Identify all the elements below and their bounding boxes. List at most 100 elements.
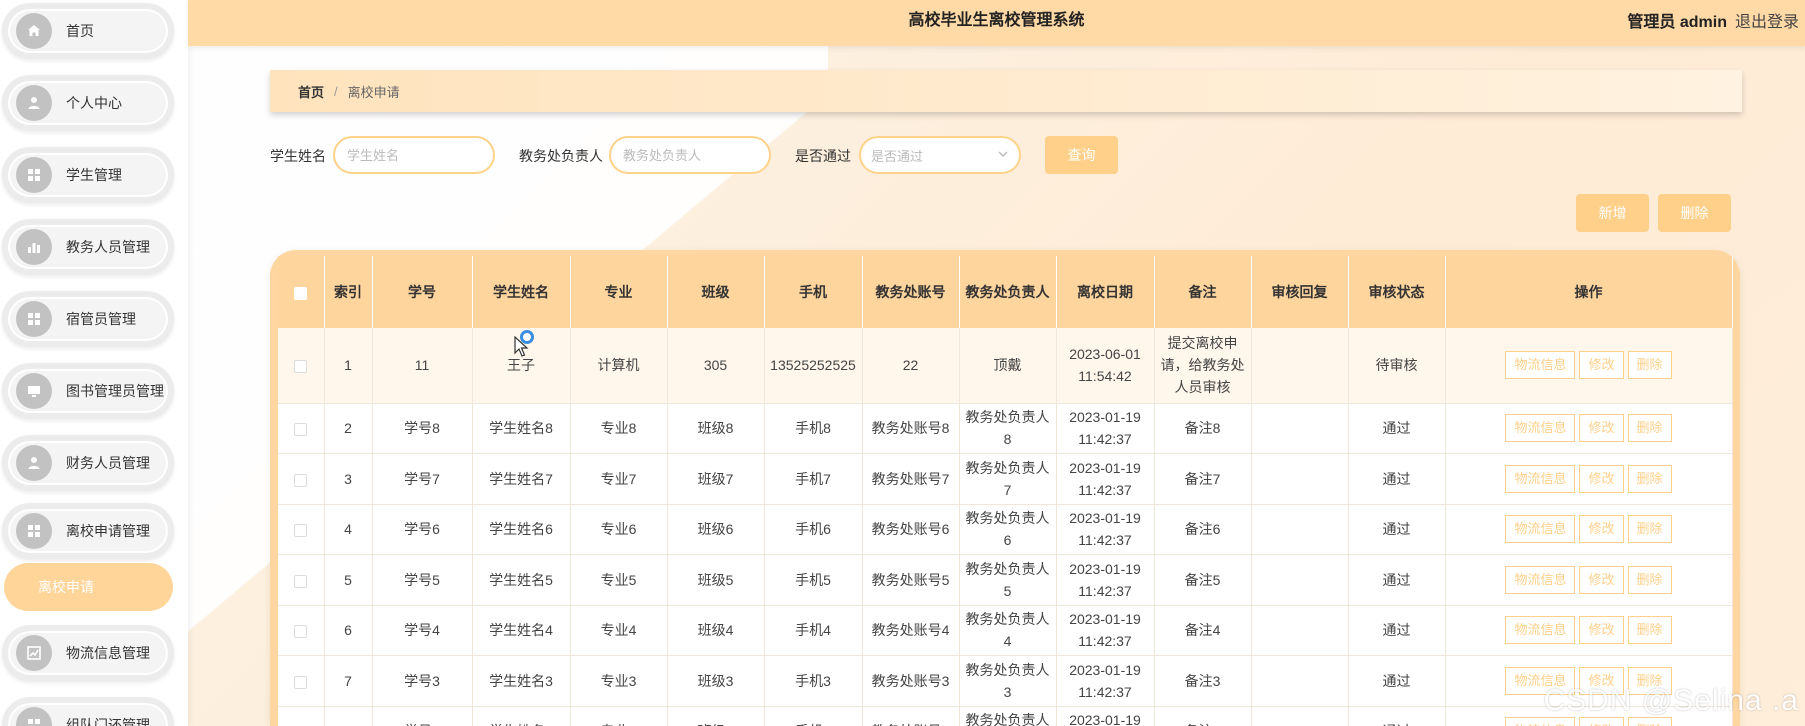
sidebar-item-leave-applications[interactable]: 离校申请管理 (2, 503, 174, 559)
select-all-checkbox[interactable] (294, 286, 308, 300)
cell-note: 备注5 (1154, 554, 1252, 606)
delete-button[interactable]: 删除 (1627, 565, 1672, 594)
sidebar-item-logistics[interactable]: 物流信息管理 (2, 625, 174, 681)
cell-officer: 教务处负责人2 (959, 706, 1057, 726)
breadcrumb-current: 离校申请 (347, 84, 400, 100)
row-select-cell[interactable] (278, 328, 325, 404)
add-button[interactable]: 新增 (1576, 194, 1649, 232)
logout-link[interactable]: 退出登录 (1735, 8, 1799, 32)
delete-button[interactable]: 删除 (1627, 351, 1672, 380)
row-checkbox[interactable] (294, 473, 308, 487)
cell-name: 学生姓名3 (472, 655, 571, 707)
cell-status: 通过 (1348, 504, 1446, 555)
sidebar-item-return[interactable]: 组队门还管理 (2, 697, 174, 726)
student-name-input[interactable] (333, 136, 495, 174)
col-header: 专业 (570, 256, 668, 328)
officer-input[interactable] (609, 136, 771, 174)
edit-button[interactable]: 修改 (1579, 616, 1624, 645)
col-header: 班级 (667, 256, 765, 328)
cell-date: 2023-01-19 11:42:37 (1056, 504, 1155, 555)
col-header: 离校日期 (1056, 256, 1155, 328)
logistics-info-button[interactable]: 物流信息 (1505, 515, 1576, 544)
row-select-cell[interactable] (278, 605, 325, 656)
table-body: 1 11 王子 计算机 305 13525252525 22 顶戴 2023-06-01 11:… (278, 328, 1733, 726)
logistics-info-button[interactable]: 物流信息 (1505, 717, 1576, 726)
delete-button[interactable]: 删除 (1627, 414, 1672, 443)
delete-button[interactable]: 删除 (1627, 515, 1672, 544)
top-bar: 高校毕业生离校管理系统 管理员 admin 退出登录 (188, 0, 1805, 46)
cell-date: 2023-06-01 11:54:42 (1056, 328, 1155, 404)
row-select-cell[interactable] (278, 655, 325, 707)
cell-sno: 学号4 (372, 605, 473, 656)
row-checkbox[interactable] (294, 675, 308, 689)
row-actions: 物流信息修改删除 (1445, 554, 1733, 606)
edit-button[interactable]: 修改 (1579, 414, 1624, 443)
delete-button[interactable]: 删除 (1627, 616, 1672, 645)
row-checkbox[interactable] (294, 625, 308, 639)
delete-button[interactable]: 删除 (1627, 464, 1672, 493)
cell-cls: 305 (667, 328, 765, 404)
query-button[interactable]: 查询 (1045, 136, 1118, 174)
row-checkbox[interactable] (294, 360, 308, 374)
row-select-cell[interactable] (278, 403, 325, 454)
user-icon (16, 85, 52, 121)
sidebar-subitem-leave-application[interactable]: 离校申请 (4, 563, 173, 611)
cell-reply (1251, 655, 1349, 707)
batch-delete-button[interactable]: 删除 (1658, 194, 1731, 232)
logistics-info-button[interactable]: 物流信息 (1505, 616, 1576, 645)
sidebar-item-dorm-staff[interactable]: 宿管员管理 (2, 291, 174, 347)
user-icon (16, 445, 52, 481)
table-row: 1 11 王子 计算机 305 13525252525 22 顶戴 2023-06-01 11:… (278, 328, 1733, 404)
row-select-cell[interactable] (278, 554, 325, 606)
row-checkbox[interactable] (294, 423, 308, 437)
grid-icon (16, 513, 52, 549)
row-select-cell[interactable] (278, 706, 325, 726)
edit-button[interactable]: 修改 (1579, 515, 1624, 544)
col-header: 审核回复 (1251, 256, 1349, 328)
watermark: CSDN @Selina .a (1543, 684, 1799, 717)
sidebar-item-label: 物流信息管理 (66, 645, 150, 661)
row-select-cell[interactable] (278, 453, 325, 505)
cell-phone: 手机4 (764, 605, 863, 656)
edit-button[interactable]: 修改 (1579, 464, 1624, 493)
cell-officer: 顶戴 (959, 328, 1057, 404)
sidebar-item-label: 首页 (66, 23, 94, 39)
cell-major: 专业6 (570, 504, 668, 555)
row-actions: 物流信息修改删除 (1445, 453, 1733, 505)
row-checkbox[interactable] (294, 574, 308, 588)
edit-button[interactable]: 修改 (1579, 351, 1624, 380)
sidebar-item-profile[interactable]: 个人中心 (2, 75, 174, 131)
cell-account: 教务处账号6 (862, 504, 960, 555)
edit-button[interactable]: 修改 (1579, 717, 1624, 726)
cell-name: 学生姓名2 (472, 706, 571, 726)
row-select-cell[interactable] (278, 504, 325, 555)
select-all-cell[interactable] (278, 256, 325, 328)
cell-status: 通过 (1348, 655, 1446, 707)
cell-index: 4 (324, 504, 373, 555)
logistics-info-button[interactable]: 物流信息 (1505, 464, 1576, 493)
cell-phone: 手机8 (764, 403, 863, 454)
cell-account: 教务处账号5 (862, 554, 960, 606)
passed-select[interactable]: 是否通过 (859, 136, 1021, 174)
sidebar-item-librarians[interactable]: 图书管理员管理 (2, 363, 174, 419)
logistics-info-button[interactable]: 物流信息 (1505, 565, 1576, 594)
sidebar-item-academic-staff[interactable]: 教务人员管理 (2, 219, 174, 275)
row-checkbox[interactable] (294, 524, 308, 538)
edit-button[interactable]: 修改 (1579, 565, 1624, 594)
sidebar-item-home[interactable]: 首页 (2, 3, 174, 59)
cell-officer: 教务处负责人3 (959, 655, 1057, 707)
app-title: 高校毕业生离校管理系统 (908, 12, 1085, 29)
cell-account: 教务处账号4 (862, 605, 960, 656)
breadcrumb-home[interactable]: 首页 (298, 82, 324, 101)
logistics-info-button[interactable]: 物流信息 (1505, 351, 1576, 380)
cell-officer: 教务处负责人4 (959, 605, 1057, 656)
logistics-info-button[interactable]: 物流信息 (1505, 414, 1576, 443)
delete-button[interactable]: 删除 (1627, 717, 1672, 726)
cell-cls: 班级8 (667, 403, 765, 454)
sidebar-item-students[interactable]: 学生管理 (2, 147, 174, 203)
cell-index: 3 (324, 453, 373, 505)
cell-name: 学生姓名4 (472, 605, 571, 656)
sidebar-item-finance-staff[interactable]: 财务人员管理 (2, 435, 174, 491)
bar-chart-icon (16, 229, 52, 265)
cell-phone: 手机3 (764, 655, 863, 707)
